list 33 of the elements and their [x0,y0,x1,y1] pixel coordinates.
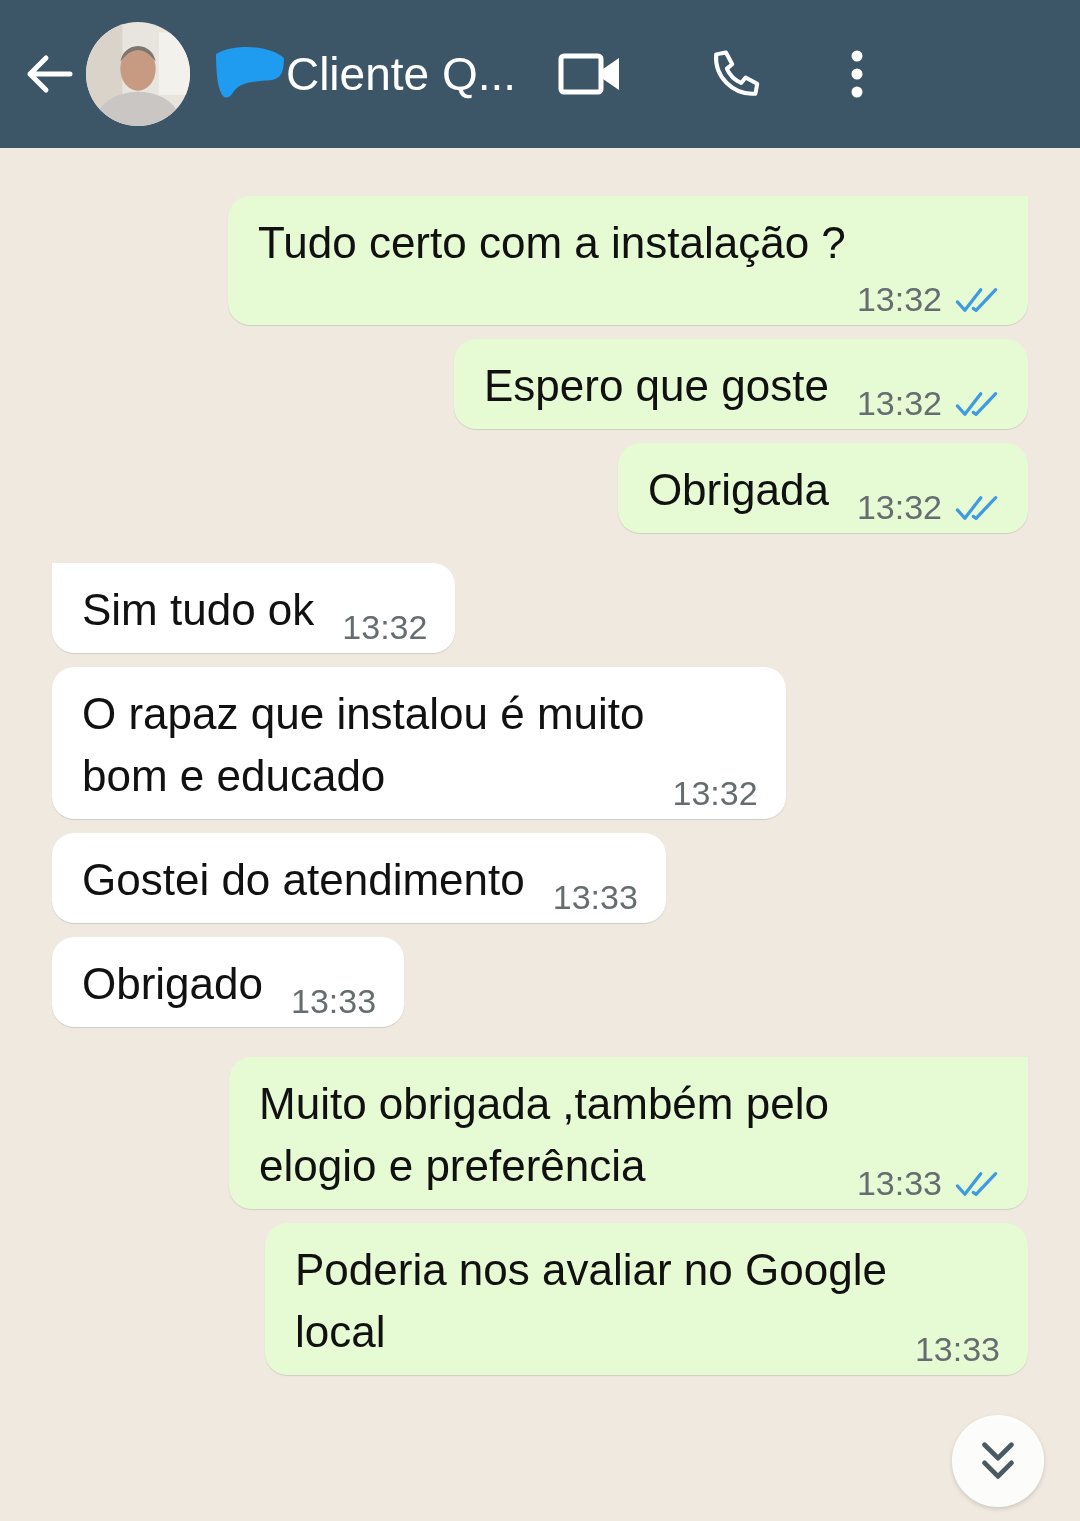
message-bubble[interactable]: Obrigada 13:32 [617,443,1028,533]
message-bubble[interactable]: Sim tudo ok 13:32 [52,563,456,653]
message-text: Obrigada [647,464,829,516]
message-bubble[interactable]: Tudo certo com a instalação ? 13:32 [228,196,1028,325]
message-bubble[interactable]: Gostei do atendimento 13:33 [52,833,666,923]
message-time: 13:32 [856,280,942,319]
message-time: 13:33 [856,1164,942,1203]
message-text: local [294,1306,387,1358]
message-time: 13:32 [856,488,942,527]
message-text: elogio e preferência [259,1140,647,1192]
message-time: 13:32 [856,384,942,423]
message-time: 13:32 [672,774,758,813]
message-bubble[interactable]: Espero que goste 13:32 [454,339,1028,429]
message-bubble[interactable]: Poderia nos avaliar no Google local 13:33 [264,1223,1028,1375]
message-text: Muito obrigada ,também pelo [259,1078,829,1130]
message-bubble[interactable]: Muito obrigada ,também pelo elogio e preferência 13:33 [229,1057,1028,1209]
message-time: 13:33 [552,878,638,917]
message-text: Tudo certo com a instalação ? [258,217,846,269]
scroll-down-button[interactable] [950,1413,1046,1509]
message-bubble[interactable]: Obrigado 13:33 [52,937,405,1027]
message-time: 13:33 [914,1330,1000,1369]
message-text: O rapaz que instalou é muito [82,688,645,740]
message-text: Obrigado [82,958,263,1010]
message-text: Sim tudo ok [82,584,315,636]
message-text: bom e educado [82,750,387,802]
message-text: Gostei do atendimento [82,854,525,906]
contact-name[interactable]: Cliente Q... [285,47,516,101]
message-time: 13:33 [291,982,377,1021]
message-text: Poderia nos avaliar no Google [294,1244,887,1296]
message-time: 13:32 [342,608,428,647]
message-bubble[interactable]: O rapaz que instalou é muito bom e educado 13:32 [52,667,786,819]
menu-icon[interactable] [850,49,864,99]
message-text: Espero que goste [484,360,829,412]
